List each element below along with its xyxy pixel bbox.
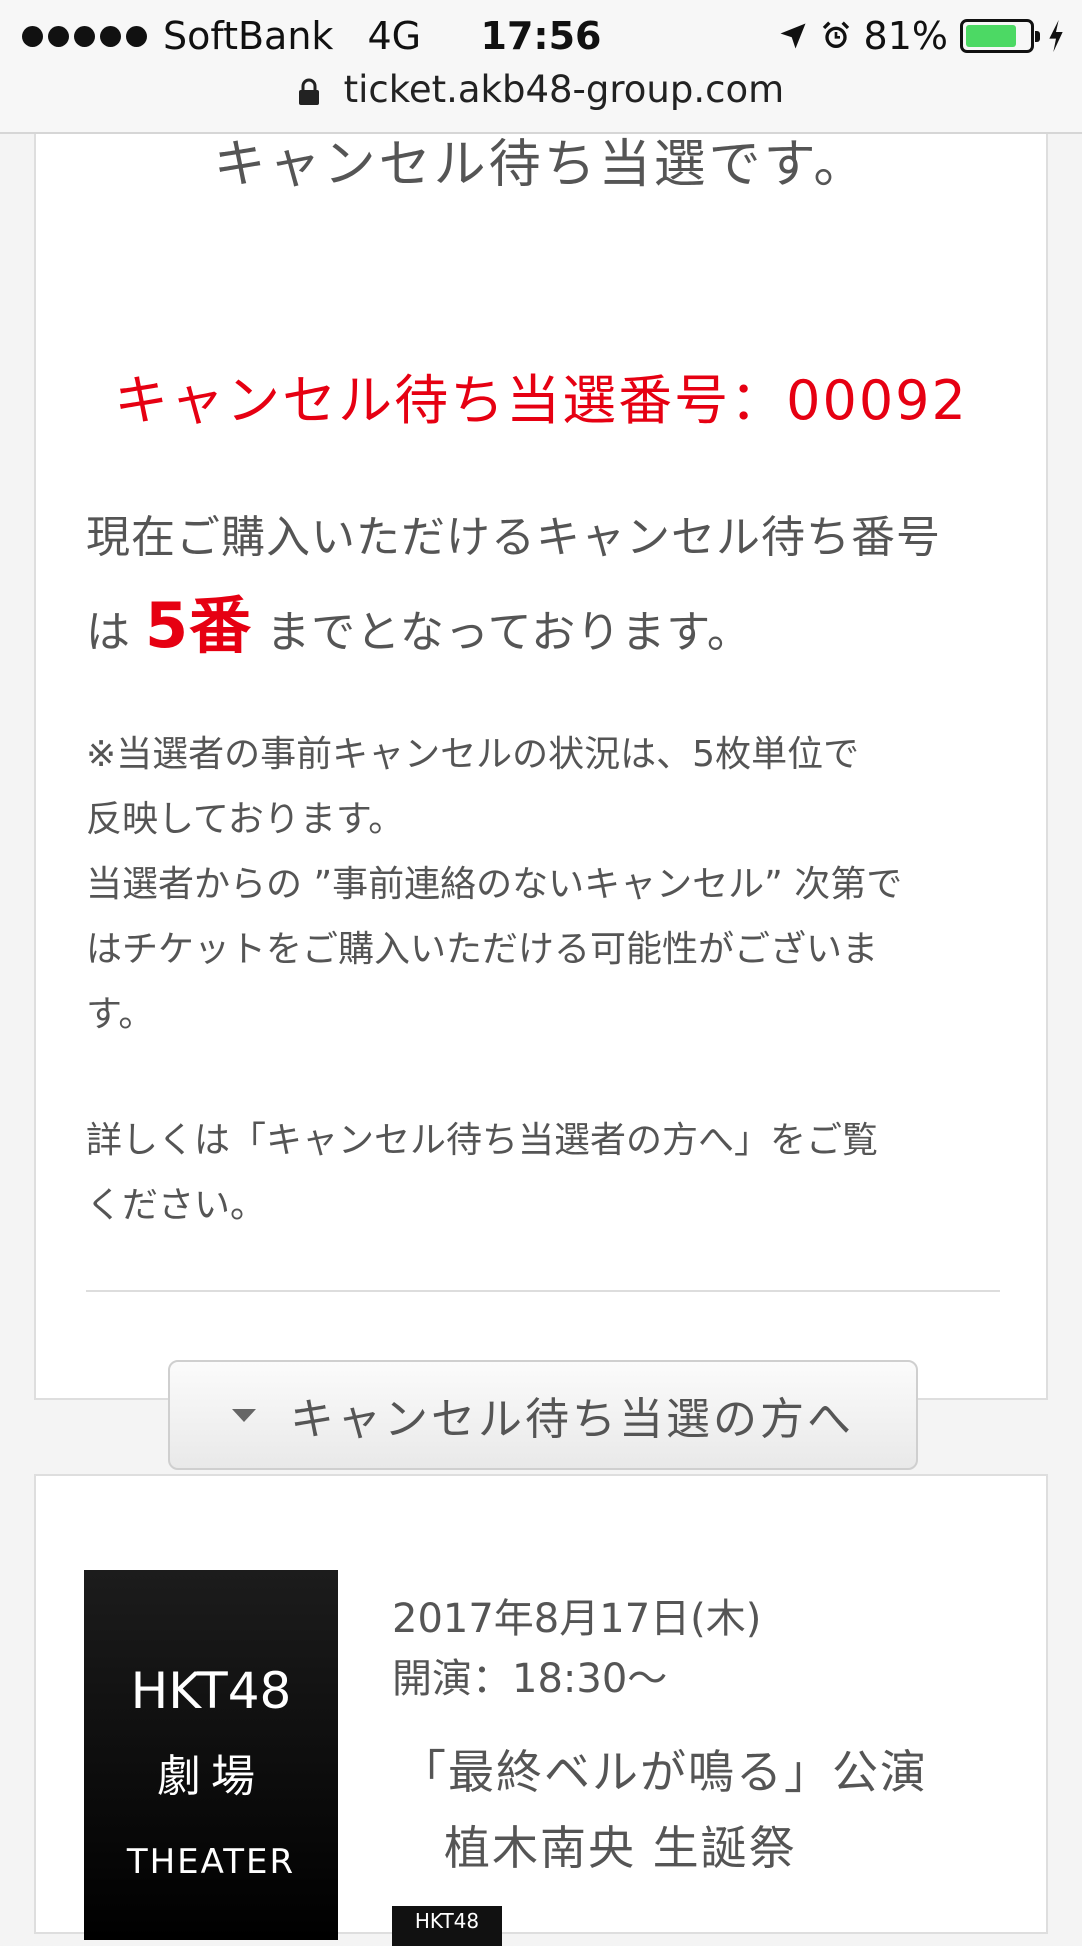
note-line: ※当選者の事前キャンセルの状況は、5枚単位で [86,734,860,775]
purchase-line-1: 現在ご購入いただけるキャンセル待ち番号 [86,512,941,563]
logo-line-1: HKT48 [130,1662,292,1720]
show-time: 開演：18:30〜 [392,1656,668,1702]
purchase-suffix: までとなっております。 [266,607,752,658]
cancel-button-label: キャンセル待ち当選の方へ [290,1394,854,1445]
battery-icon [960,19,1040,53]
details-line: 詳しくは「キャンセル待ち当選者の方へ」をご覧 [86,1120,879,1161]
cancellation-note: ※当選者の事前キャンセルの状況は、5枚単位で 反映しております。 当選者からの … [86,722,1026,1047]
note-line: す。 [86,994,155,1035]
show-date: 2017年8月17日(木) [392,1596,762,1642]
details-text: 詳しくは「キャンセル待ち当選者の方へ」をご覧 ください。 [86,1108,1026,1238]
logo-line-2: 劇場 [157,1751,265,1802]
divider [86,1290,1000,1292]
details-line: ください。 [86,1185,267,1226]
show-subtitle: 植木南央 生誕祭 [444,1821,797,1875]
note-line: 当選者からの ”事前連絡のないキャンセル” 次第で [86,864,903,905]
result-heading: キャンセル待ち当選です。 [213,135,869,195]
location-arrow-icon [780,23,806,49]
cancel-waiting-winner-button[interactable]: キャンセル待ち当選の方へ [168,1360,918,1470]
group-tag: HKT48 [392,1906,502,1946]
charging-bolt-icon [1049,20,1063,52]
cancellation-result-card: キャンセル待ち当選です。 キャンセル待ち当選番号：00092 現在ご購入いただけ… [34,134,1048,1470]
address-bar[interactable]: ticket.akb48-group.com [0,68,1082,111]
status-bar: SoftBank 4G 17:56 81% ticket.akb48-group… [0,0,1082,134]
caret-down-icon [232,1408,256,1422]
show-card[interactable]: HKT48 劇場 THEATER 2017年8月17日(木) 開演：18:30〜… [34,1474,1048,1946]
logo-line-3: THEATER [126,1842,296,1882]
note-line: はチケットをご購入いただける可能性がございま [86,929,879,970]
url-text: ticket.akb48-group.com [343,68,785,111]
purchase-prefix: は [86,607,131,658]
battery-percent: 81% [863,14,948,58]
win-number: キャンセル待ち当選番号：00092 [114,369,968,432]
hkt48-theater-logo: HKT48 劇場 THEATER [84,1570,338,1940]
show-title: 「最終ベルが鳴る」公演 [400,1745,928,1799]
purchase-availability: 現在ご購入いただけるキャンセル待ち番号 は 5番 までとなっております。 [86,494,1026,677]
lock-icon [298,78,319,105]
alarm-icon [822,21,849,48]
note-line: 反映しております。 [86,799,405,840]
purchase-number: 5番 [145,589,253,662]
purchase-line-2: は 5番 までとなっております。 [86,582,1026,677]
